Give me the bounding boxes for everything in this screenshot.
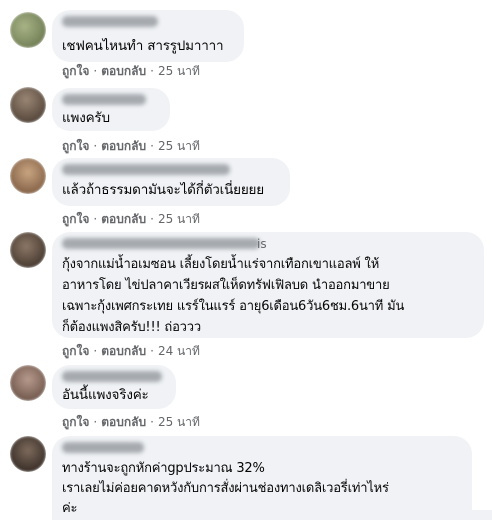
avatar[interactable] <box>10 436 46 472</box>
reply-link[interactable]: ตอบกลับ <box>101 139 146 153</box>
timestamp[interactable]: 24 นาที <box>158 344 200 358</box>
comment-actions: ถูกใจ · ตอบกลับ · 25 นาที <box>62 414 200 430</box>
comment-bubble: เชฟคนไหนทำ สารรูปมาาาา <box>52 10 244 62</box>
comment-actions: ถูกใจ · ตอบกลับ · 25 นาที <box>62 211 200 227</box>
timestamp[interactable]: 25 นาที <box>158 212 200 226</box>
separator: · <box>150 212 154 226</box>
comment-text: แพงครับ <box>62 110 110 126</box>
comment-text: แล้วถ้าธรรมดามันจะได้กี่ตัวเนี่ยยยย <box>62 182 264 198</box>
avatar[interactable] <box>10 232 46 268</box>
like-link[interactable]: ถูกใจ <box>62 64 89 78</box>
reply-link[interactable]: ตอบกลับ <box>101 344 146 358</box>
separator: · <box>93 64 98 78</box>
reply-link[interactable]: ตอบกลับ <box>101 64 146 78</box>
author-name[interactable] <box>62 371 162 382</box>
separator: · <box>93 415 98 429</box>
avatar[interactable] <box>10 87 46 123</box>
author-name[interactable] <box>62 164 230 175</box>
avatar[interactable] <box>10 12 46 48</box>
reply-link[interactable]: ตอบกลับ <box>101 212 146 226</box>
author-name[interactable] <box>62 238 260 249</box>
comment-text: ทางร้านจะถูกหักค่าgpประมาณ 32% เราเลยไม่… <box>62 461 389 516</box>
comment-bubble: ทางร้านจะถูกหักค่าgpประมาณ 32% เราเลยไม่… <box>52 436 472 520</box>
comment-bubble: is กุ้งจากแม่น้ำอเมซอน เลี้ยงโดยน้ำแร่จา… <box>52 232 484 338</box>
avatar[interactable] <box>10 365 46 401</box>
timestamp[interactable]: 25 นาที <box>158 415 200 429</box>
separator: · <box>93 139 98 153</box>
comment-text: อันนี้แพงจริงค่ะ <box>62 387 149 403</box>
separator: · <box>150 344 154 358</box>
separator: · <box>150 139 154 153</box>
comment-bubble: อันนี้แพงจริงค่ะ <box>52 365 176 409</box>
avatar[interactable] <box>10 158 46 194</box>
comment-text: กุ้งจากแม่น้ำอเมซอน เลี้ยงโดยน้ำแร่จากเท… <box>62 257 405 335</box>
separator: · <box>93 212 98 226</box>
timestamp[interactable]: 25 นาที <box>158 139 200 153</box>
author-name[interactable] <box>62 442 144 453</box>
timestamp[interactable]: 25 นาที <box>158 64 200 78</box>
like-link[interactable]: ถูกใจ <box>62 415 89 429</box>
author-name-partial: is <box>257 237 267 251</box>
separator: · <box>93 344 98 358</box>
like-link[interactable]: ถูกใจ <box>62 139 89 153</box>
like-link[interactable]: ถูกใจ <box>62 344 89 358</box>
comment-actions: ถูกใจ · ตอบกลับ · 25 นาที <box>62 138 200 154</box>
author-name[interactable] <box>62 94 146 105</box>
comment-bubble: แพงครับ <box>52 88 170 131</box>
separator: · <box>150 415 154 429</box>
reply-link[interactable]: ตอบกลับ <box>101 415 146 429</box>
comment-text: เชฟคนไหนทำ สารรูปมาาาา <box>62 38 224 54</box>
comment-bubble: แล้วถ้าธรรมดามันจะได้กี่ตัวเนี่ยยยย <box>52 158 290 206</box>
author-name[interactable] <box>62 16 158 27</box>
comment-actions: ถูกใจ · ตอบกลับ · 24 นาที <box>62 343 200 359</box>
separator: · <box>150 64 154 78</box>
like-link[interactable]: ถูกใจ <box>62 212 89 226</box>
next-comment-edge <box>400 510 492 520</box>
comment-actions: ถูกใจ · ตอบกลับ · 25 นาที <box>62 63 200 79</box>
